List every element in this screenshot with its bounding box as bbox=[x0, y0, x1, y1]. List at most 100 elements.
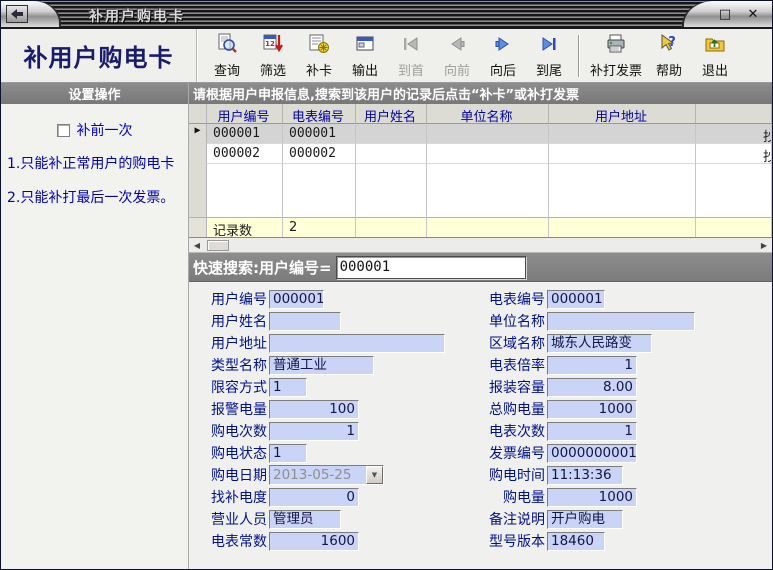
checkbox-label: 补前一次 bbox=[77, 120, 133, 140]
field-value[interactable]: 11:13:36 bbox=[547, 466, 623, 485]
field-value[interactable] bbox=[269, 334, 445, 353]
form-row: 总购电量1000 bbox=[481, 399, 772, 419]
form-row: 单位名称 bbox=[481, 311, 772, 331]
field-value[interactable]: 1600 bbox=[269, 532, 359, 551]
field-value[interactable]: 1 bbox=[269, 378, 307, 397]
form-row: 找补电度0 bbox=[203, 487, 481, 507]
dropdown-arrow-icon[interactable]: ▼ bbox=[366, 466, 383, 484]
form-row: 类型名称普通工业 bbox=[203, 355, 481, 375]
field-label: 型号版本 bbox=[481, 531, 545, 551]
field-value[interactable] bbox=[547, 312, 695, 331]
field-value[interactable]: 000001 bbox=[269, 290, 324, 309]
field-label: 购电次数 bbox=[203, 421, 267, 441]
search-icon bbox=[216, 33, 238, 59]
toolbar-button-output[interactable]: 输出 bbox=[343, 32, 387, 80]
prev-icon bbox=[446, 33, 468, 59]
toolbar-button-help[interactable]: ?帮助 bbox=[647, 32, 691, 80]
table-cell[interactable]: 000002 bbox=[283, 144, 356, 164]
field-value[interactable]: 1 bbox=[547, 422, 637, 441]
quick-search-input[interactable] bbox=[336, 256, 526, 279]
horizontal-scrollbar[interactable]: ◀ ▶ bbox=[189, 238, 772, 253]
field-value[interactable]: 1 bbox=[547, 356, 637, 375]
output-icon bbox=[354, 33, 376, 59]
clipped-text: 抄 bbox=[763, 126, 772, 144]
table-cell[interactable] bbox=[356, 144, 427, 164]
table-cell[interactable] bbox=[356, 124, 427, 144]
field-label: 区域名称 bbox=[481, 333, 545, 353]
toolbar-button-invoice[interactable]: 补打发票 bbox=[587, 32, 645, 80]
field-label: 用户编号 bbox=[203, 289, 267, 309]
column-header[interactable]: 用户编号 bbox=[207, 104, 283, 124]
table-cell[interactable]: 000002 bbox=[207, 144, 283, 164]
form-row: 报装容量8.00 bbox=[481, 377, 772, 397]
instruction-bar: 请根据用户申报信息,搜索到该用户的记录后点击“补卡”或补打发票 bbox=[189, 83, 772, 104]
field-value[interactable]: 000001 bbox=[547, 290, 605, 309]
field-label: 电表编号 bbox=[481, 289, 545, 309]
toolbar-button-last[interactable]: 到尾 bbox=[527, 32, 571, 80]
toolbar-button-label: 到首 bbox=[398, 60, 424, 79]
toolbar-button-search[interactable]: 查询 bbox=[205, 32, 249, 80]
field-value[interactable]: 开户购电 bbox=[547, 510, 623, 529]
form-row: 电表次数1 bbox=[481, 421, 772, 441]
form-row: 发票编号0000000001 bbox=[481, 443, 772, 463]
toolbar-button-label: 查询 bbox=[214, 60, 240, 79]
close-button[interactable]: ✕ bbox=[744, 6, 762, 22]
table-row[interactable]: ▶000001000001抄 bbox=[189, 124, 772, 144]
table-cell[interactable] bbox=[549, 144, 696, 164]
scroll-right-icon[interactable]: ▶ bbox=[756, 239, 772, 252]
field-label: 购电量 bbox=[481, 487, 545, 507]
field-value[interactable]: 1000 bbox=[547, 400, 637, 419]
field-value[interactable]: 8.00 bbox=[547, 378, 637, 397]
svg-text:12: 12 bbox=[265, 40, 275, 48]
field-value[interactable]: 0000000001 bbox=[547, 444, 637, 463]
table-cell[interactable]: 000001 bbox=[207, 124, 283, 144]
toolbar-button-prev: 向前 bbox=[435, 32, 479, 80]
field-label: 备注说明 bbox=[481, 509, 545, 529]
column-header[interactable]: 用户姓名 bbox=[356, 104, 427, 124]
field-label: 总购电量 bbox=[481, 399, 545, 419]
field-value[interactable]: 18460 bbox=[547, 532, 605, 551]
redo-previous-checkbox-row[interactable]: 补前一次 bbox=[57, 120, 133, 140]
toolbar-button-next[interactable]: 向后 bbox=[481, 32, 525, 80]
sidebar: 设置操作 补前一次 1.只能补正常用户的购电卡 2.只能补打最后一次发票。 bbox=[1, 83, 189, 569]
field-label: 报警电量 bbox=[203, 399, 267, 419]
form-row: 电表编号000001 bbox=[481, 289, 772, 309]
column-header[interactable]: 电表编号 bbox=[283, 104, 356, 124]
toolbar-button-label: 补卡 bbox=[306, 60, 332, 79]
titlebar-right-cap: □ ✕ bbox=[684, 1, 772, 27]
field-value[interactable] bbox=[269, 312, 341, 331]
field-label: 营业人员 bbox=[203, 509, 267, 529]
field-value[interactable]: 1 bbox=[269, 422, 359, 441]
field-value[interactable]: 0 bbox=[269, 488, 359, 507]
field-label: 购电状态 bbox=[203, 443, 267, 463]
column-header[interactable]: 单位名称 bbox=[427, 104, 549, 124]
table-summary-row: 记录数2 bbox=[189, 217, 772, 237]
page-title: 补用户购电卡 bbox=[1, 29, 197, 82]
field-value[interactable]: 100 bbox=[269, 400, 359, 419]
field-value[interactable]: 管理员 bbox=[269, 510, 341, 529]
field-label: 用户地址 bbox=[203, 333, 267, 353]
maximize-button[interactable]: □ bbox=[716, 6, 734, 22]
date-combobox[interactable]: 2013-05-25▼ bbox=[269, 465, 384, 485]
form-row: 购电次数1 bbox=[203, 421, 481, 441]
table-cell[interactable] bbox=[427, 124, 549, 144]
field-value[interactable]: 城东人民路变 bbox=[547, 334, 652, 353]
table-cell[interactable] bbox=[427, 144, 549, 164]
field-value[interactable]: 1000 bbox=[547, 488, 637, 507]
scrollbar-thumb[interactable] bbox=[207, 240, 229, 251]
table-cell bbox=[696, 164, 772, 217]
toolbar-button-card[interactable]: 补卡 bbox=[297, 32, 341, 80]
field-label: 发票编号 bbox=[481, 443, 545, 463]
checkbox-icon[interactable] bbox=[57, 124, 70, 137]
column-header[interactable]: 用户地址 bbox=[549, 104, 696, 124]
toolbar-button-filter[interactable]: 12筛选 bbox=[251, 32, 295, 80]
field-value[interactable]: 普通工业 bbox=[269, 356, 374, 375]
field-label: 找补电度 bbox=[203, 487, 267, 507]
table-header-row: 用户编号电表编号用户姓名单位名称用户地址 bbox=[189, 104, 772, 124]
table-row[interactable]: 000002000002抄 bbox=[189, 144, 772, 164]
table-cell[interactable]: 000001 bbox=[283, 124, 356, 144]
scroll-left-icon[interactable]: ◀ bbox=[189, 239, 205, 252]
table-cell[interactable] bbox=[549, 124, 696, 144]
toolbar-button-exit[interactable]: 退出 bbox=[693, 32, 737, 80]
field-value[interactable]: 1 bbox=[269, 444, 307, 463]
